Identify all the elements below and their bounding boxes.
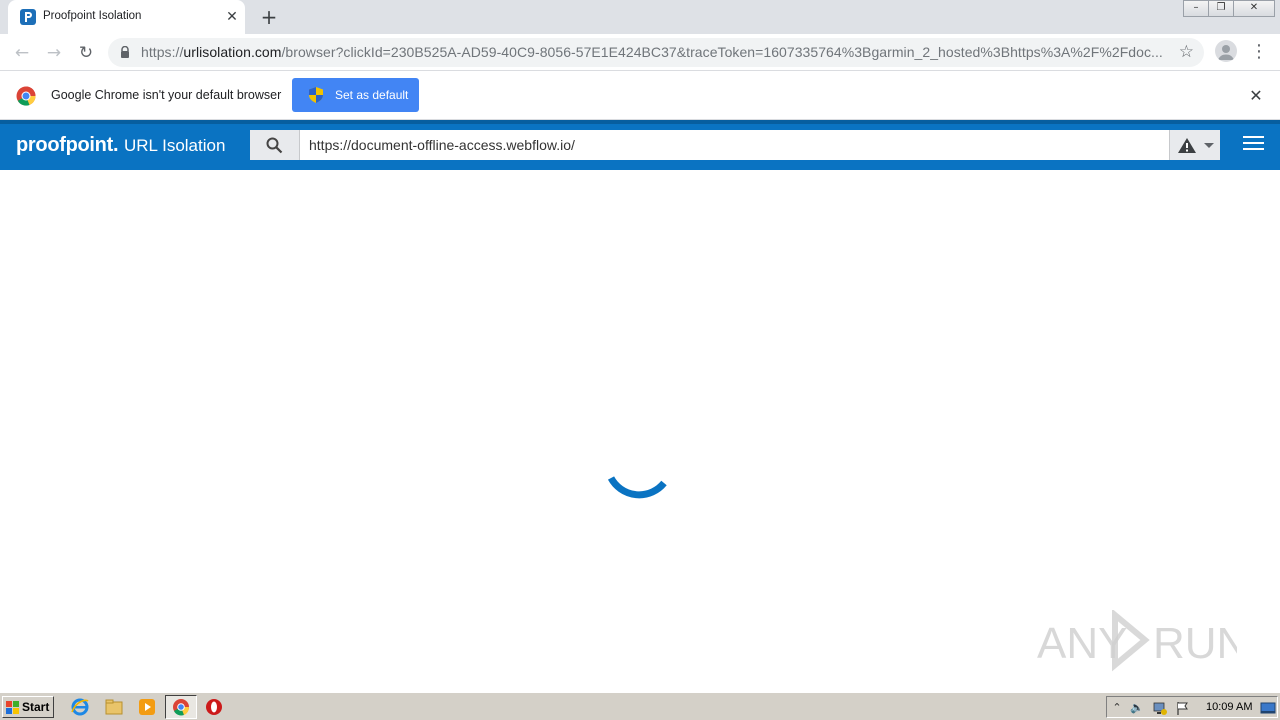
speaker-icon[interactable]: 🔈 (1129, 700, 1145, 716)
product-name: URL Isolation (124, 136, 226, 155)
search-icon (266, 137, 283, 154)
reload-button[interactable]: ↻ (74, 41, 98, 65)
proofpoint-header: proofpoint. URL Isolation (0, 120, 1280, 170)
url-path: /browser?clickId=230B525A-AD59-40C9-8056… (281, 44, 1163, 60)
uac-shield-icon (309, 87, 323, 103)
start-label: Start (22, 700, 50, 714)
set-as-default-label: Set as default (335, 88, 409, 102)
lock-icon (121, 46, 129, 58)
media-player-icon[interactable] (137, 697, 157, 717)
isolated-page-content: ANY RUN (0, 170, 1280, 692)
window-close-button[interactable]: ✕ (1233, 0, 1275, 17)
window-minimize-button[interactable]: – (1183, 0, 1209, 17)
tab-close-icon[interactable]: ✕ (224, 9, 240, 25)
forward-button[interactable]: → (42, 41, 66, 65)
browser-toolbar: ← → ↻ https://urlisolation.com/browser?c… (0, 34, 1280, 71)
internet-explorer-icon[interactable] (70, 697, 90, 717)
isolated-url-input[interactable] (300, 130, 1170, 160)
url-scheme: https:// (141, 44, 184, 60)
warning-icon (1178, 138, 1196, 153)
show-desktop-icon[interactable] (1260, 700, 1276, 716)
chevron-down-icon (1204, 143, 1214, 148)
tab-proofpoint-isolation[interactable]: Proofpoint Isolation ✕ (8, 0, 245, 34)
tab-title: Proofpoint Isolation (43, 10, 142, 22)
tab-strip: Proofpoint Isolation ✕ + – ❐ ✕ (0, 0, 1280, 34)
windows-flag-icon (6, 701, 19, 714)
taskbar-clock: 10:09 AM (1206, 701, 1253, 713)
chrome-icon (173, 699, 190, 716)
start-button[interactable]: Start (2, 696, 54, 718)
windows-taskbar: Start ⌃ 🔈 10:09 AM (0, 692, 1280, 720)
system-tray: ⌃ 🔈 10:09 AM (1106, 696, 1278, 718)
bookmark-star-icon[interactable]: ☆ (1179, 42, 1194, 62)
action-center-flag-icon[interactable] (1175, 700, 1191, 716)
proofpoint-logo: proofpoint. (16, 134, 119, 156)
chrome-taskbar-button[interactable] (165, 695, 197, 719)
warning-dropdown[interactable] (1169, 130, 1220, 160)
back-button[interactable]: ← (10, 41, 34, 65)
address-url: https://urlisolation.com/browser?clickId… (141, 44, 1163, 60)
search-button[interactable] (250, 130, 300, 160)
url-host: urlisolation.com (183, 44, 282, 60)
infobar-message: Google Chrome isn't your default browser (51, 88, 282, 102)
proofpoint-favicon-icon (20, 9, 36, 25)
network-icon[interactable] (1152, 700, 1168, 716)
svg-text:RUN: RUN (1153, 619, 1237, 668)
chrome-logo-icon (16, 86, 36, 106)
set-as-default-button[interactable]: Set as default (292, 78, 419, 112)
profile-avatar[interactable] (1215, 40, 1237, 62)
file-explorer-icon[interactable] (104, 697, 124, 717)
infobar-close-icon[interactable]: ✕ (1246, 86, 1266, 106)
hamburger-menu-icon[interactable] (1243, 136, 1264, 154)
opera-icon[interactable] (204, 697, 224, 717)
person-icon (1218, 45, 1234, 60)
window-restore-button[interactable]: ❐ (1208, 0, 1234, 17)
default-browser-infobar: Google Chrome isn't your default browser… (0, 71, 1280, 120)
tray-expand-icon[interactable]: ⌃ (1109, 700, 1125, 716)
chrome-menu-icon[interactable]: ⋮ (1250, 39, 1268, 65)
new-tab-button[interactable]: + (258, 6, 280, 28)
address-bar[interactable]: https://urlisolation.com/browser?clickId… (108, 38, 1204, 67)
anyrun-watermark-logo: ANY RUN (1037, 610, 1237, 672)
loading-spinner-icon (608, 476, 667, 499)
